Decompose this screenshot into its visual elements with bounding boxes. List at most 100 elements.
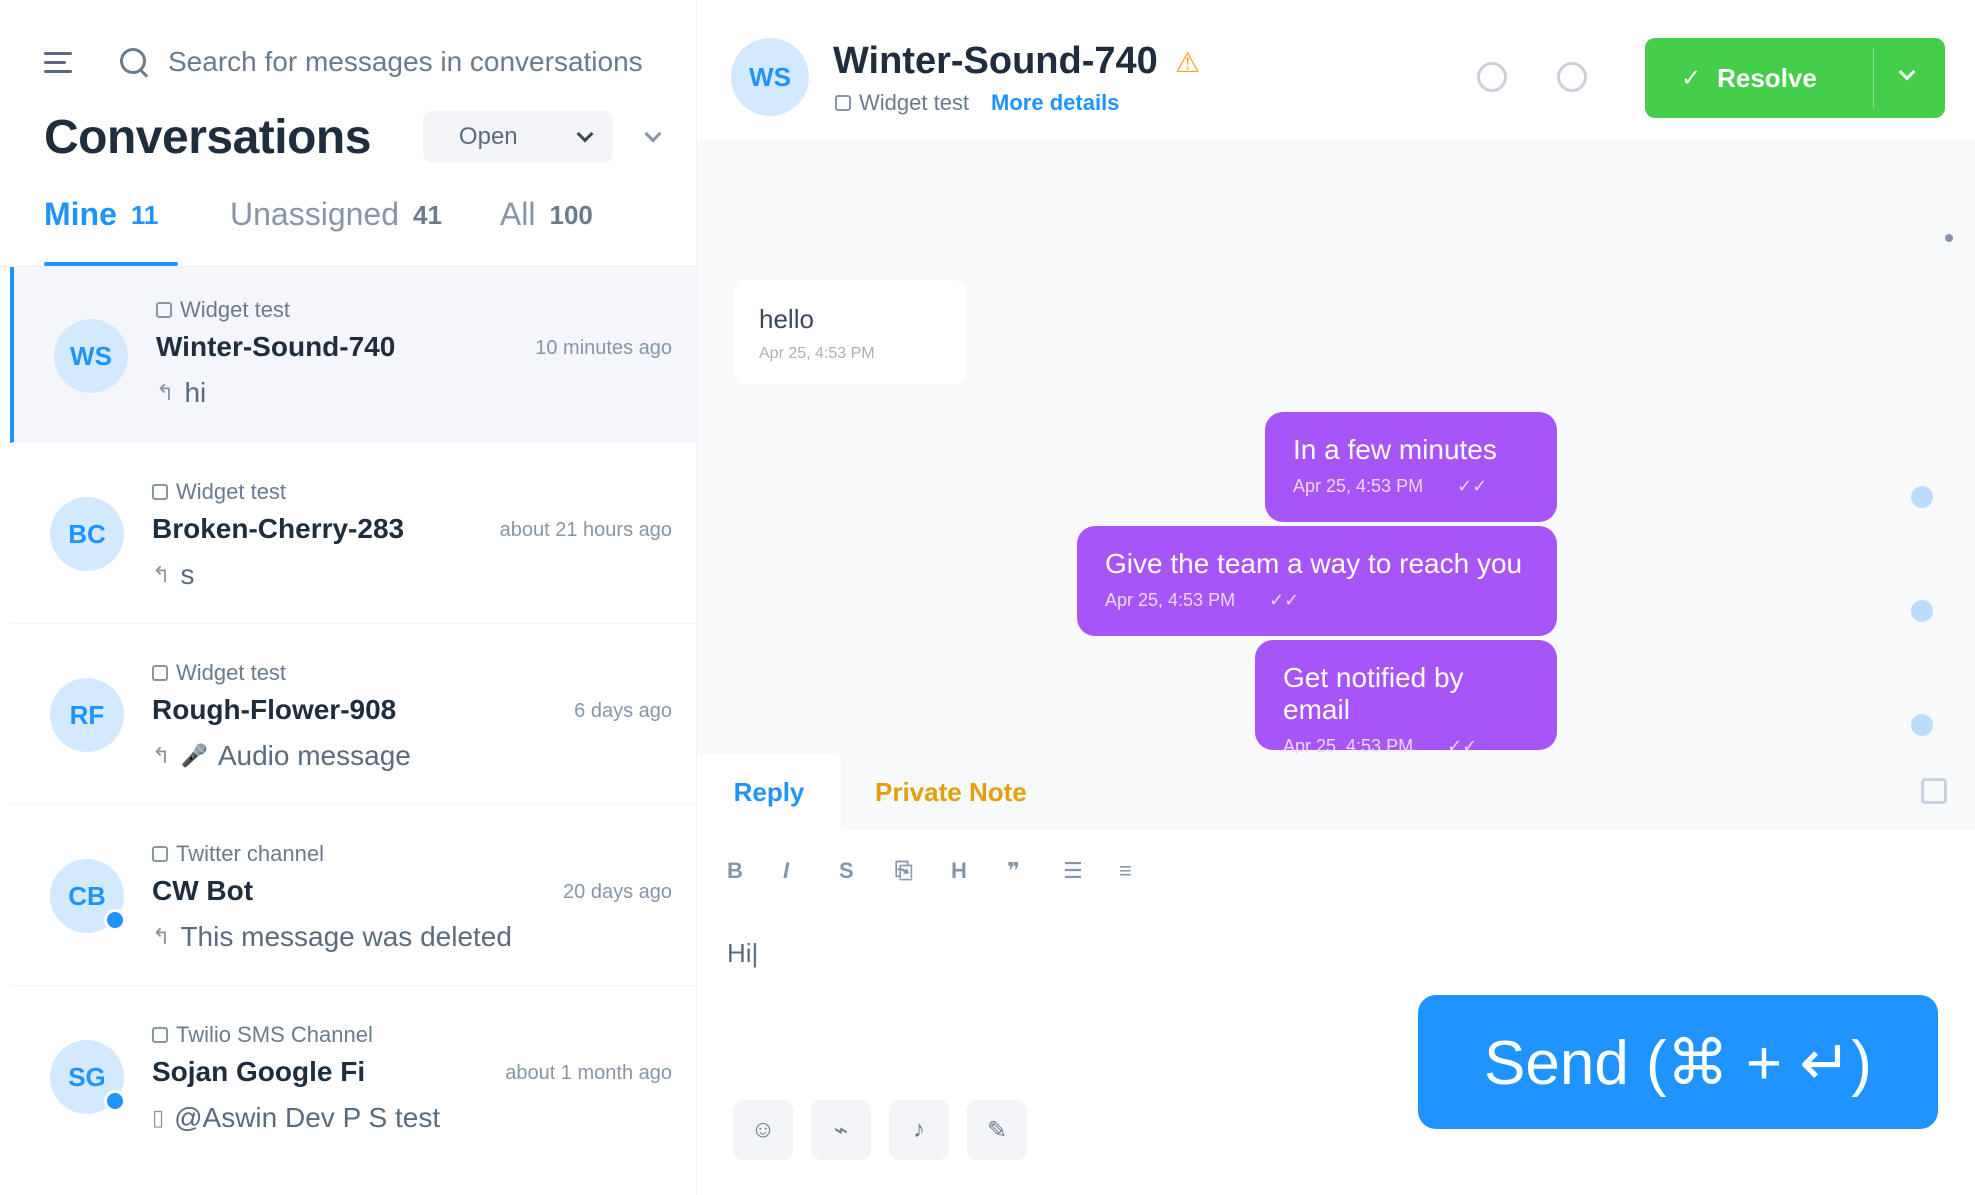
conversation-time: 6 days ago [574,700,672,722]
inbox-icon [152,665,168,681]
expand-icon[interactable] [1921,778,1947,804]
tab-mine[interactable]: Mine 11 [44,196,178,266]
tab-reply[interactable]: Reply [697,754,841,830]
avatar: RF [50,678,124,752]
outgoing-message: Get notified by email Apr 25, 4:53 PM ✓✓ [1255,640,1557,756]
numbered-list-icon[interactable]: ≡ [1119,858,1175,884]
reply-icon: ↰ [152,743,171,768]
warning-icon: ⚠ [1175,47,1201,78]
twitter-icon [152,846,168,862]
menu-icon[interactable] [44,45,78,79]
conversation-inbox: Twilio SMS Channel [152,1022,373,1048]
conversation-panel: WS Winter-Sound-740 ⚠ Widget test More d… [697,0,1975,1195]
italic-icon[interactable]: I [783,858,839,884]
outgoing-message: Give the team a way to reach you Apr 25,… [1077,526,1557,636]
tab-all[interactable]: All 100 [500,196,593,266]
tab-count: 100 [549,200,593,230]
conversation-item[interactable]: RF Widget test Rough-Flower-908 6 days a… [10,624,696,805]
outgoing-message: In a few minutes Apr 25, 4:53 PM ✓✓ [1265,412,1557,522]
microphone-icon[interactable]: ♪ [889,1100,949,1160]
formatting-toolbar: B I S ⎘ H ❞ ☰ ≡ [727,858,1175,884]
message-text: Get notified by email [1283,662,1464,725]
search-input[interactable] [168,46,658,78]
header-subtitle: Widget test More details [835,90,1119,116]
reply-box: Reply Private Note B I S ⎘ H ❞ ☰ ≡ Hi| ☺… [697,754,1975,1195]
link-icon[interactable]: ⎘ [895,858,951,884]
reply-actions: ☺ ⌁ ♪ ✎ [733,1100,1045,1160]
reply-icon: ↰ [156,380,175,405]
conversation-inbox: Twitter channel [152,841,324,867]
app-root: Conversations Open Mine 11 Unassigned 41… [0,0,1975,1195]
reply-editor[interactable]: Hi| [727,938,758,969]
resolve-divider [1873,48,1874,108]
conversation-preview: ↰ hi [156,377,206,409]
heading-icon[interactable]: H [951,858,1007,884]
bullet-list-icon[interactable]: ☰ [1063,858,1119,884]
avatar: CB [50,859,126,933]
tab-label: All [499,196,536,232]
message-time: Apr 25, 4:53 PM [1105,590,1236,610]
conversation-item[interactable]: SG Twilio SMS Channel Sojan Google Fi ab… [10,986,696,1167]
double-check-icon: ✓✓ [1457,476,1488,496]
avatar-initials: SG [68,1061,106,1092]
tab-unassigned[interactable]: Unassigned 41 [230,196,442,266]
inbox-icon [152,484,168,500]
conversation-preview: ▯ @Aswin Dev P S test [152,1102,440,1134]
message-time: Apr 25, 4:53 PM [1293,476,1424,496]
conversation-name: Broken-Cherry-283 [152,513,405,544]
search-icon[interactable] [118,46,150,78]
tab-private-note[interactable]: Private Note [875,754,1027,830]
message-meta: Apr 25, 4:53 PM ✓✓ [1293,476,1529,497]
inbox-label: Widget test [176,660,287,685]
attachment-icon: ▯ [152,1105,165,1130]
conversation-inbox: Widget test [152,660,286,686]
conversation-time: 20 days ago [563,881,672,903]
inbox-icon [156,302,172,318]
conversation-item[interactable]: WS Widget test Winter-Sound-740 10 minut… [10,267,696,443]
sort-chevron-icon[interactable] [644,125,662,143]
conversation-preview: ↰ s [152,559,194,591]
conversation-item[interactable]: BC Widget test Broken-Cherry-283 about 2… [10,443,696,624]
bold-icon[interactable]: B [727,858,783,884]
agent-avatar [1911,486,1933,508]
preview-text: This message was deleted [180,921,512,952]
conversation-name: Rough-Flower-908 [152,694,397,725]
message-list: hello Apr 25, 4:53 PM In a few minutes A… [697,140,1975,756]
resolve-label: Resolve [1717,62,1817,93]
send-button[interactable]: Send (⌘ + ↵) [1418,995,1938,1129]
signature-icon[interactable]: ✎ [967,1100,1027,1160]
resolve-dropdown-icon[interactable] [1898,63,1916,81]
status-filter-select[interactable]: Open [422,111,613,163]
message-meta: Apr 25, 4:53 PM ✓✓ [1105,590,1529,611]
attachment-icon[interactable]: ⌁ [811,1100,871,1160]
incoming-message: hello Apr 25, 4:53 PM [733,280,965,384]
resolve-button[interactable]: ✓ Resolve [1645,38,1945,118]
more-details-link[interactable]: More details [991,90,1119,116]
contact-avatar[interactable]: WS [731,38,809,116]
sidebar-topbar [44,40,664,84]
message-text: Give the team a way to reach you [1105,548,1523,579]
conversation-tabs: Mine 11 Unassigned 41 All 100 [44,196,651,266]
double-check-icon: ✓✓ [1269,590,1300,610]
strikethrough-icon[interactable]: S [839,858,895,884]
check-icon: ✓ [1681,64,1702,92]
scroll-indicator[interactable] [1945,234,1953,242]
tab-count: 41 [413,200,442,230]
avatar: BC [50,497,124,571]
reply-tabs: Reply Private Note [697,754,1975,830]
quote-icon[interactable]: ❞ [1007,858,1063,884]
conversation-time: about 21 hours ago [499,519,672,541]
transcript-icon[interactable] [1557,62,1587,92]
conversation-preview: ↰ 🎤 Audio message [152,740,411,772]
preview-text: s [180,559,195,590]
conversation-list: WS Widget test Winter-Sound-740 10 minut… [10,267,696,1167]
conversation-time: about 1 month ago [505,1062,672,1084]
mute-icon[interactable] [1477,62,1507,92]
inbox-label: Widget test [180,297,291,322]
conversation-item[interactable]: CB Twitter channel CW Bot 20 days ago ↰ T… [10,805,696,986]
reply-icon: ↰ [152,924,171,949]
emoji-icon[interactable]: ☺ [733,1100,793,1160]
message-text: In a few minutes [1293,434,1497,465]
preview-text: Audio message [217,740,411,771]
conversation-time: 10 minutes ago [535,337,672,359]
